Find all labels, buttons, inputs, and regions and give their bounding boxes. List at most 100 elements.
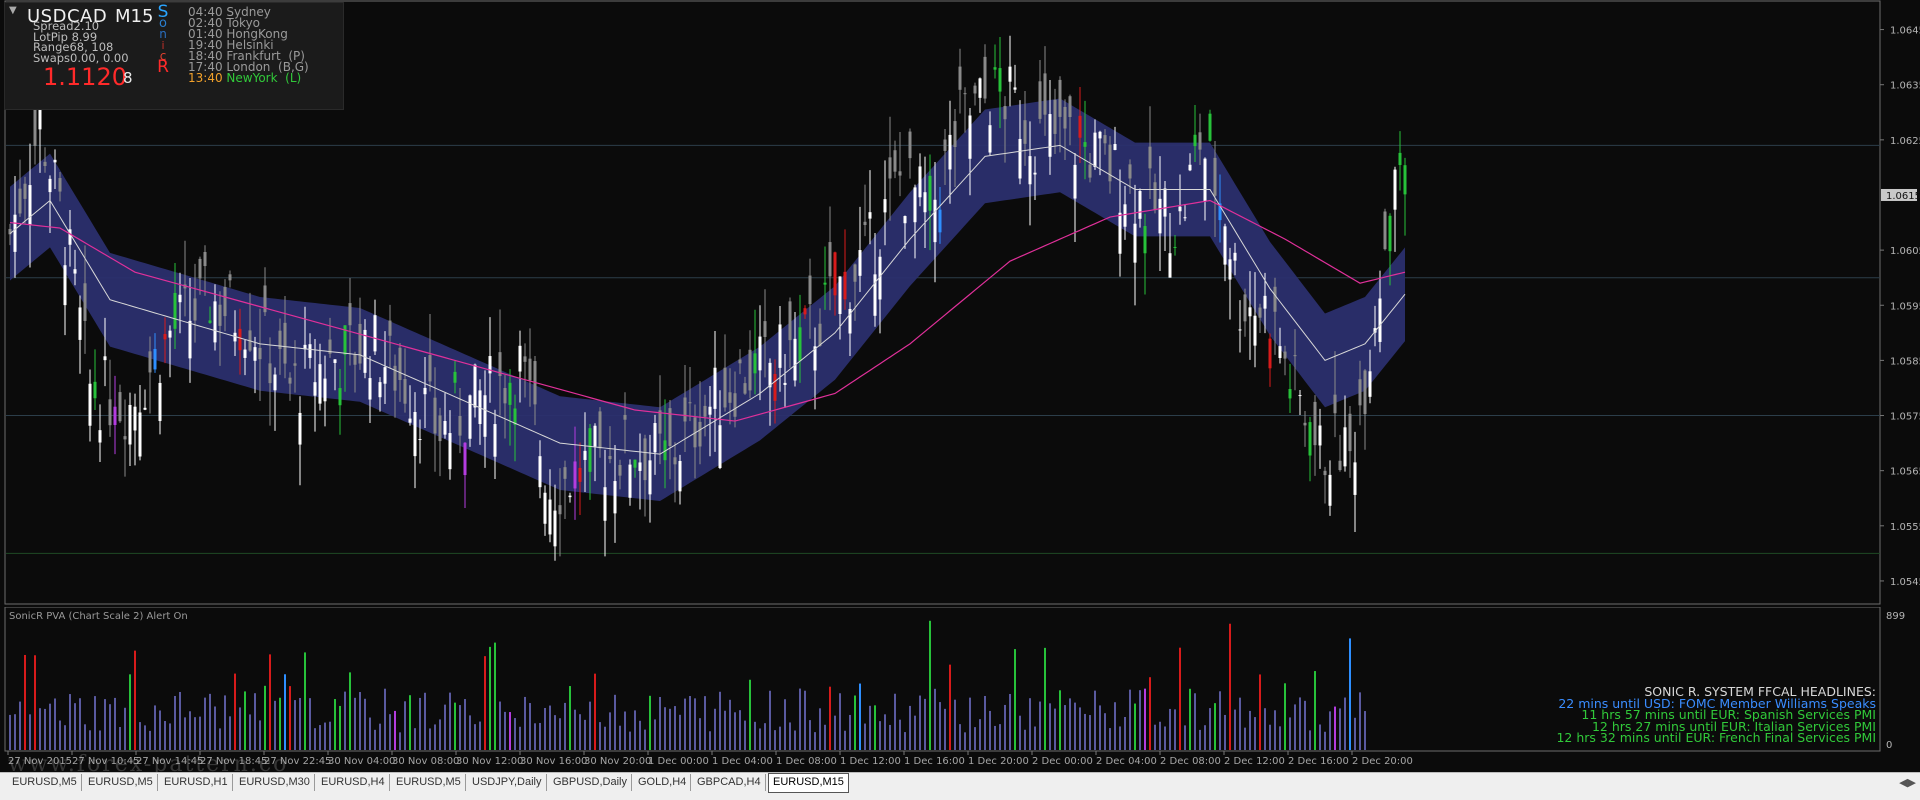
- volume-bar: [224, 695, 226, 750]
- chart-tab[interactable]: EURUSD,M5: [392, 774, 466, 791]
- volume-bar: [164, 721, 166, 750]
- candle-body: [1203, 158, 1207, 202]
- candle-body: [733, 393, 737, 417]
- chart-tab[interactable]: GOLD,H4: [634, 774, 692, 791]
- volume-bar: [159, 710, 161, 750]
- volume-bar: [809, 720, 811, 750]
- volume-bar: [904, 732, 906, 750]
- volume-bar: [1309, 730, 1311, 750]
- candle-body: [833, 252, 837, 296]
- volume-bar: [369, 717, 371, 750]
- volume-bar: [979, 719, 981, 750]
- volume-bar: [694, 698, 696, 750]
- chart-tab[interactable]: EURUSD,H1: [160, 774, 233, 791]
- volume-bar: [889, 724, 891, 750]
- chart-tab[interactable]: GBPCAD,H4: [693, 774, 766, 791]
- candle-body: [1088, 164, 1092, 178]
- candle-body: [1168, 253, 1172, 278]
- candle-body: [528, 358, 532, 381]
- candle-body: [1198, 132, 1202, 150]
- chart-tab[interactable]: EURUSD,M30: [235, 774, 315, 791]
- candle-body: [578, 467, 582, 482]
- volume-bar: [1114, 702, 1116, 750]
- candle-body: [1253, 315, 1257, 346]
- candle-body: [158, 382, 162, 422]
- volume-bar: [374, 729, 376, 750]
- x-tick-label: 2 Dec 00:00: [1032, 756, 1093, 767]
- candle-body: [108, 399, 112, 426]
- volume-bar: [1204, 725, 1206, 750]
- candle-body: [318, 364, 322, 404]
- chart-tab[interactable]: USDJPY,Daily: [468, 774, 547, 791]
- candle-body: [103, 356, 107, 361]
- candle-body: [1193, 134, 1197, 147]
- candle-body: [323, 378, 327, 402]
- candle-body: [358, 323, 362, 364]
- candle-body: [1258, 307, 1262, 318]
- volume-bar: [54, 698, 56, 750]
- volume-bar: [1159, 721, 1161, 750]
- candle-body: [798, 327, 802, 362]
- volume-bar: [714, 708, 716, 750]
- volume-bar: [1024, 729, 1026, 750]
- candle-body: [898, 171, 902, 176]
- volume-bar: [984, 695, 986, 750]
- candle-body: [218, 304, 222, 326]
- volume-bar: [1294, 704, 1296, 750]
- volume-bar: [1224, 714, 1226, 750]
- candle-body: [738, 359, 742, 364]
- volume-bar: [544, 707, 546, 750]
- chart-tab[interactable]: EURUSD,M5: [8, 774, 82, 791]
- candle-body: [608, 455, 612, 460]
- candle-body: [818, 323, 822, 346]
- candle-body: [723, 367, 727, 408]
- candle-body: [658, 410, 662, 434]
- candle-body: [423, 387, 427, 395]
- candle-body: [943, 139, 947, 151]
- volume-bar: [1199, 729, 1201, 750]
- chart-tab[interactable]: GBPUSD,Daily: [549, 774, 632, 791]
- volume-bar: [1074, 702, 1076, 750]
- candle-body: [63, 265, 67, 306]
- candle-body: [1318, 425, 1322, 446]
- volume-bar: [179, 691, 181, 750]
- candle-body: [853, 264, 857, 282]
- volume-bar: [169, 723, 171, 750]
- volume-bar: [249, 714, 251, 750]
- volume-bar: [19, 701, 21, 750]
- candle-body: [73, 269, 77, 274]
- volume-bar: [689, 696, 691, 750]
- candle-body: [538, 456, 542, 488]
- collapse-triangle-icon[interactable]: ▼: [9, 5, 17, 16]
- volume-bar: [644, 729, 646, 750]
- candle-body: [1158, 198, 1162, 234]
- volume-bar: [874, 705, 876, 750]
- volume-bar: [384, 688, 386, 750]
- volume-bar: [119, 727, 121, 750]
- candle-body: [1068, 96, 1072, 118]
- chart-tab[interactable]: EURUSD,H4: [317, 774, 390, 791]
- chart-tab[interactable]: EURUSD,M15: [768, 773, 849, 793]
- candle-body: [683, 397, 687, 422]
- candle-body: [173, 292, 177, 329]
- volume-bar: [949, 664, 951, 750]
- candle-body: [653, 423, 657, 453]
- volume-bar: [939, 702, 941, 750]
- scroll-arrows-icon[interactable]: ◀▶: [1899, 776, 1916, 789]
- candle-body: [858, 250, 862, 276]
- volume-bar: [1184, 725, 1186, 750]
- chart-tab[interactable]: EURUSD,M5: [84, 774, 158, 791]
- candle-body: [948, 134, 952, 170]
- volume-bar: [839, 693, 841, 750]
- swaps-text: Swaps0.00, 0.00: [33, 50, 129, 65]
- candle-body: [1223, 226, 1227, 265]
- candle-body: [1103, 135, 1107, 144]
- volume-bar: [269, 654, 271, 750]
- candle-body: [628, 464, 632, 498]
- candle-body: [453, 371, 457, 383]
- volume-bar: [94, 696, 96, 750]
- volume-bar: [404, 701, 406, 750]
- x-tick-label: 1 Dec 08:00: [776, 756, 837, 767]
- candle-body: [1148, 146, 1152, 169]
- volume-bar: [909, 705, 911, 750]
